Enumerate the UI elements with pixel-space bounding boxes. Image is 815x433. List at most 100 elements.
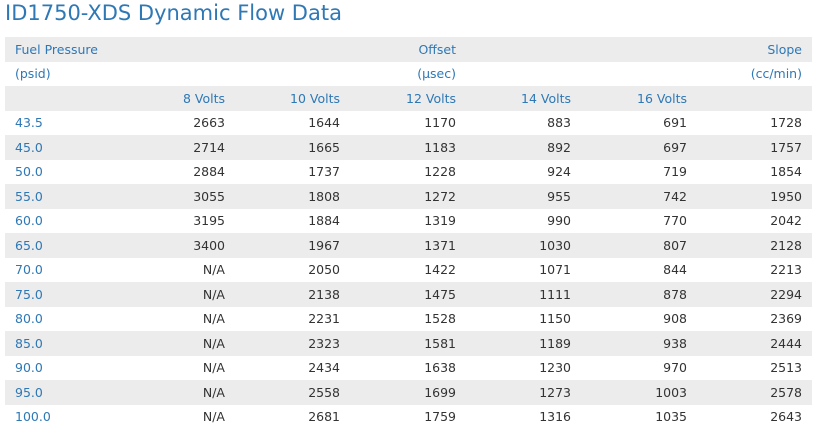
header-offset: Offset: [350, 37, 466, 62]
value-cell: 770: [663, 213, 687, 229]
value-cell: N/A: [202, 409, 225, 425]
fuel-pressure-cell: 65.0: [5, 233, 120, 258]
fuel-pressure-cell: 75.0: [5, 282, 120, 307]
value-cell: 2050: [308, 262, 340, 278]
value-cell: 3055: [120, 184, 235, 209]
flow-data-table: Fuel Pressure Offset Slope (psid) (µsec)…: [5, 37, 812, 429]
value-cell: 3195: [193, 213, 225, 229]
value-cell: 1665: [235, 135, 350, 160]
value-cell: 2578: [697, 380, 812, 405]
value-cell: 2714: [120, 135, 235, 160]
value-cell: 2444: [697, 331, 812, 356]
value-cell: N/A: [120, 331, 235, 356]
table-row: 50.0 2884 1737 1228 924 719 1854: [5, 160, 812, 185]
header-usec: (µsec): [417, 66, 456, 82]
value-cell: 1228: [424, 164, 456, 180]
value-cell: 3400: [120, 233, 235, 258]
value-cell: 892: [466, 135, 581, 160]
fuel-pressure-cell: 60.0: [15, 213, 43, 229]
fuel-pressure-cell: 85.0: [5, 331, 120, 356]
page-title: ID1750-XDS Dynamic Flow Data: [5, 1, 342, 25]
value-cell: 1111: [466, 282, 581, 307]
value-cell: 1319: [424, 213, 456, 229]
value-cell: N/A: [120, 282, 235, 307]
value-cell: 742: [581, 184, 697, 209]
value-cell: 2663: [193, 115, 225, 131]
value-cell: N/A: [120, 380, 235, 405]
fuel-pressure-cell: 43.5: [15, 115, 43, 131]
header-psid: (psid): [15, 66, 51, 82]
value-cell: 1581: [350, 331, 466, 356]
header-fuel-pressure: Fuel Pressure: [5, 37, 120, 62]
value-cell: 1150: [539, 311, 571, 327]
value-cell: 2643: [770, 409, 802, 425]
value-cell: 2138: [235, 282, 350, 307]
value-cell: 2558: [235, 380, 350, 405]
value-cell: 2294: [697, 282, 812, 307]
value-cell: 1638: [424, 360, 456, 376]
value-cell: 2128: [697, 233, 812, 258]
value-cell: 1316: [539, 409, 571, 425]
header-voltage-row: 8 Volts 10 Volts 12 Volts 14 Volts 16 Vo…: [5, 86, 812, 111]
value-cell: N/A: [202, 262, 225, 278]
header-12-volts: 12 Volts: [350, 86, 466, 111]
fuel-pressure-cell: 80.0: [15, 311, 43, 327]
table-row: 55.0 3055 1808 1272 955 742 1950: [5, 184, 812, 209]
value-cell: 697: [581, 135, 697, 160]
header-units-row: (psid) (µsec) (cc/min): [5, 62, 812, 87]
value-cell: 1699: [350, 380, 466, 405]
value-cell: 970: [663, 360, 687, 376]
table-row: 80.0 N/A 2231 1528 1150 908 2369: [5, 307, 812, 332]
table-row: 100.0 N/A 2681 1759 1316 1035 2643: [5, 405, 812, 430]
value-cell: 990: [547, 213, 571, 229]
value-cell: 1884: [308, 213, 340, 229]
value-cell: 1170: [424, 115, 456, 131]
value-cell: 1183: [350, 135, 466, 160]
fuel-pressure-cell: 90.0: [15, 360, 43, 376]
value-cell: 1422: [424, 262, 456, 278]
value-cell: 719: [663, 164, 687, 180]
value-cell: 908: [663, 311, 687, 327]
value-cell: 2231: [308, 311, 340, 327]
fuel-pressure-cell: 50.0: [15, 164, 43, 180]
value-cell: 1035: [655, 409, 687, 425]
value-cell: 1003: [581, 380, 697, 405]
header-slope: Slope: [697, 37, 812, 62]
value-cell: 2513: [770, 360, 802, 376]
table-row: 95.0 N/A 2558 1699 1273 1003 2578: [5, 380, 812, 405]
value-cell: 2369: [770, 311, 802, 327]
header-row: Fuel Pressure Offset Slope: [5, 37, 812, 62]
value-cell: 1371: [350, 233, 466, 258]
table-row: 85.0 N/A 2323 1581 1189 938 2444: [5, 331, 812, 356]
value-cell: 1528: [424, 311, 456, 327]
table-row: 60.0 3195 1884 1319 990 770 2042: [5, 209, 812, 234]
fuel-pressure-cell: 100.0: [15, 409, 51, 425]
value-cell: 2681: [308, 409, 340, 425]
value-cell: 807: [581, 233, 697, 258]
header-14-volts: 14 Volts: [466, 86, 581, 111]
value-cell: 1071: [539, 262, 571, 278]
value-cell: 1230: [539, 360, 571, 376]
table-row: 45.0 2714 1665 1183 892 697 1757: [5, 135, 812, 160]
fuel-pressure-cell: 95.0: [5, 380, 120, 405]
value-cell: 844: [663, 262, 687, 278]
value-cell: 1950: [697, 184, 812, 209]
fuel-pressure-cell: 45.0: [5, 135, 120, 160]
value-cell: 924: [547, 164, 571, 180]
table-row: 75.0 N/A 2138 1475 1111 878 2294: [5, 282, 812, 307]
fuel-pressure-cell: 55.0: [5, 184, 120, 209]
value-cell: 878: [581, 282, 697, 307]
value-cell: 1728: [770, 115, 802, 131]
value-cell: 1272: [350, 184, 466, 209]
value-cell: 2213: [770, 262, 802, 278]
header-16-volts: 16 Volts: [581, 86, 697, 111]
header-cc-min: (cc/min): [750, 66, 802, 82]
value-cell: 1757: [697, 135, 812, 160]
value-cell: 1854: [770, 164, 802, 180]
value-cell: 2042: [770, 213, 802, 229]
value-cell: 1737: [308, 164, 340, 180]
header-10-volts: 10 Volts: [235, 86, 350, 111]
value-cell: 1967: [235, 233, 350, 258]
value-cell: N/A: [202, 360, 225, 376]
value-cell: N/A: [202, 311, 225, 327]
